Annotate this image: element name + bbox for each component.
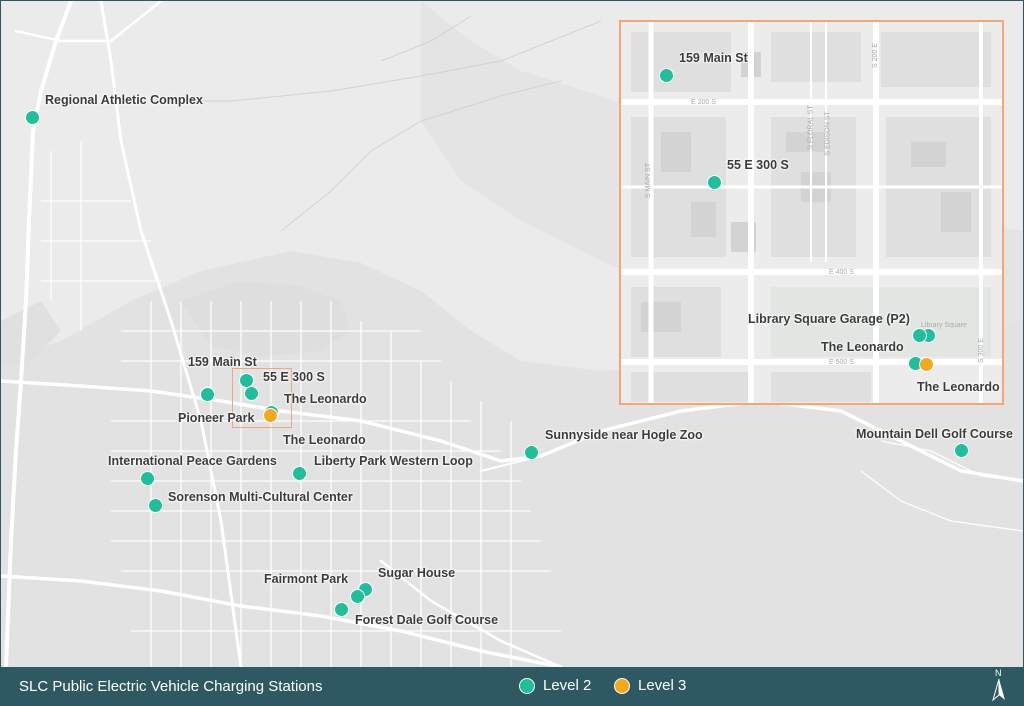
marker-forest-dale-golf-course[interactable] (334, 602, 349, 617)
label-sorenson-multi-cultural-center: Sorenson Multi-Cultural Center (168, 490, 353, 504)
inset-street-s-main-st: S MAIN ST (645, 162, 653, 199)
legend-item-level3: Level 3 (614, 677, 686, 694)
label-55-e-300-s: 55 E 300 S (263, 370, 325, 384)
marker-mountain-dell-golf-course[interactable] (954, 443, 969, 458)
label-regional-athletic-complex: Regional Athletic Complex (45, 93, 203, 107)
label-forest-dale-golf-course: Forest Dale Golf Course (355, 613, 499, 627)
inset-label-the-leonardo-2: The Leonardo (917, 380, 1000, 394)
label-the-leonardo-2: The Leonardo (283, 433, 366, 447)
legend-item-level2: Level 2 (519, 677, 591, 694)
level3-dot-icon (614, 677, 630, 694)
inset-street-e-200-s: E 200 S (691, 99, 716, 106)
inset-street-e-400-s: E 400 S (829, 269, 854, 276)
downtown-inset-map[interactable]: E 200 S E 400 S E 500 S S MAIN ST S FLOR… (619, 20, 1004, 405)
marker-fairmont-park[interactable] (350, 589, 365, 604)
marker-regional-athletic-complex[interactable] (25, 110, 40, 125)
inset-street-s-300-e: S 300 E (977, 338, 985, 363)
inset-marker-159-main-st[interactable] (659, 68, 674, 83)
label-sunnyside-near-hogle-zoo: Sunnyside near Hogle Zoo (545, 428, 703, 442)
inset-label-library-square-garage: Library Square Garage (P2) (748, 312, 910, 326)
inset-label-the-leonardo: The Leonardo (821, 340, 904, 354)
marker-sunnyside-near-hogle-zoo[interactable] (524, 445, 539, 460)
inset-label-159-main-st: 159 Main St (679, 51, 748, 65)
level2-dot-icon (519, 677, 535, 694)
inset-label-55-e-300-s: 55 E 300 S (727, 158, 789, 172)
label-fairmont-park: Fairmont Park (264, 572, 349, 586)
label-mountain-dell-golf-course: Mountain Dell Golf Course (856, 427, 1013, 441)
inset-street-s-200-e: S 200 E (871, 43, 879, 68)
inset-street-s-edison-st: S EDISON ST (824, 111, 832, 156)
marker-international-peace-gardens[interactable] (140, 471, 155, 486)
label-sugar-house: Sugar House (378, 566, 456, 580)
inset-street-e-500-s: E 500 S (829, 359, 854, 366)
label-159-main-st: 159 Main St (188, 355, 257, 369)
inset-marker-55-e-300-s[interactable] (707, 175, 722, 190)
label-international-peace-gardens: International Peace Gardens (108, 454, 277, 468)
inset-street-s-floral-st: S FLORAL ST (807, 105, 815, 150)
label-the-leonardo: The Leonardo (284, 392, 367, 406)
map-frame: Regional Athletic Complex 159 Main St 55… (0, 0, 1024, 706)
marker-sorenson-multi-cultural-center[interactable] (148, 498, 163, 513)
legend-level3-label: Level 3 (638, 677, 687, 694)
label-pioneer-park: Pioneer Park (178, 411, 255, 425)
inset-marker-library-square-garage[interactable] (912, 328, 927, 343)
map-title: SLC Public Electric Vehicle Charging Sta… (19, 678, 323, 695)
inset-basemap (621, 22, 1002, 403)
legend-bar: SLC Public Electric Vehicle Charging Sta… (1, 667, 1023, 705)
marker-pioneer-park[interactable] (200, 387, 215, 402)
inset-marker-the-leonardo-level3[interactable] (919, 357, 934, 372)
label-liberty-park-western-loop: Liberty Park Western Loop (314, 454, 473, 468)
north-arrow-icon: N (989, 667, 1011, 705)
marker-liberty-park-western-loop[interactable] (292, 466, 307, 481)
legend-level2-label: Level 2 (543, 677, 592, 694)
